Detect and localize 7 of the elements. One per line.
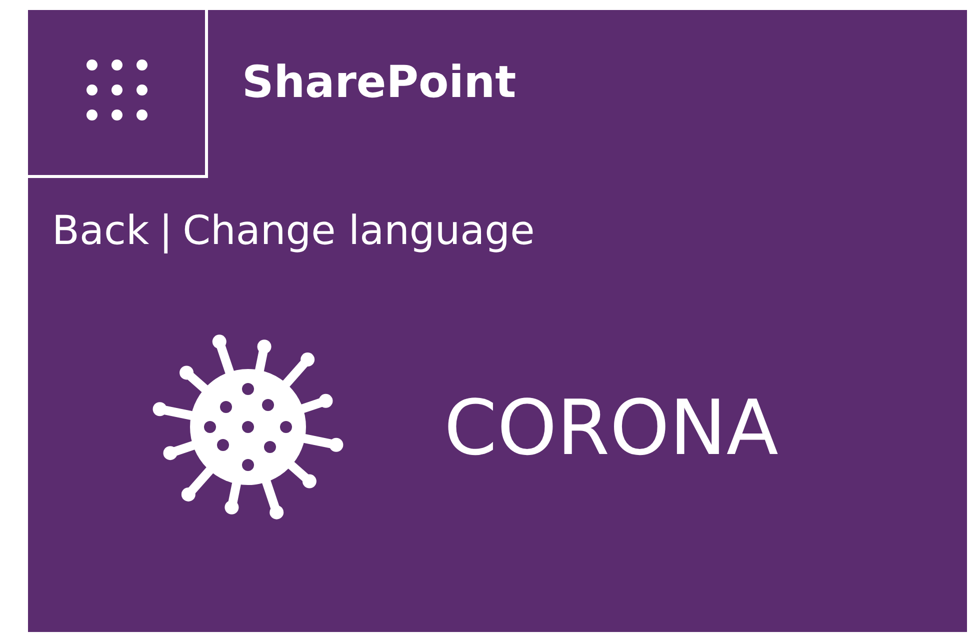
back-link[interactable]: Back xyxy=(52,208,150,254)
change-language-link[interactable]: Change language xyxy=(182,208,535,254)
separator: | xyxy=(159,208,173,254)
site-title: SharePoint xyxy=(242,56,516,108)
app-launcher-button[interactable] xyxy=(28,10,208,178)
banner-title: CORONA xyxy=(444,382,778,472)
waffle-icon xyxy=(86,58,148,120)
